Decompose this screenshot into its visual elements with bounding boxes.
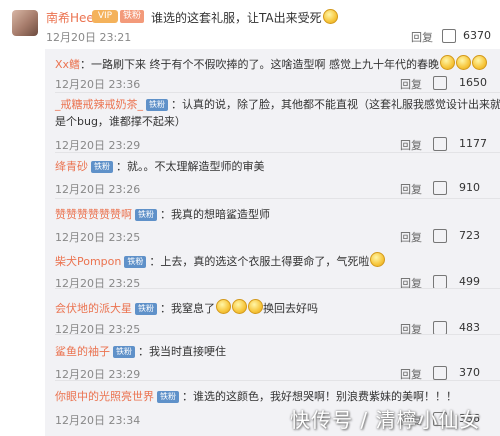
like-count: 910	[459, 181, 480, 194]
reply-username[interactable]: 鲨鱼的袖子	[55, 345, 110, 358]
smile-emoji-icon	[216, 299, 231, 314]
smile-emoji-icon	[322, 9, 338, 24]
reply-text-continued: 是个bug，谁都撑不起来）	[55, 115, 186, 128]
smile-emoji-icon	[232, 299, 247, 314]
like-icon[interactable]	[433, 76, 447, 90]
reply-text: ：我当时直接哽住	[138, 345, 226, 358]
like-icon[interactable]	[433, 275, 447, 289]
like-count: 723	[459, 229, 480, 242]
like-count: 1650	[459, 76, 487, 89]
reply-username[interactable]: _戒糖戒辣戒奶茶_	[55, 98, 143, 111]
comment-username[interactable]: 南希Hee	[46, 9, 94, 26]
reply-button[interactable]: 回复	[400, 137, 422, 153]
reply-item: 会伏地的派大星 铁粉 ：我窒息了 换回去好吗 12月20日 23:25 回复 483	[45, 291, 500, 336]
fan-tag: 铁粉	[146, 99, 168, 111]
fan-tag: 铁粉	[91, 161, 113, 173]
reply-time: 12月20日 23:29	[55, 139, 141, 152]
like-count: 499	[459, 275, 480, 288]
reply-username[interactable]: 柴犬Pompon	[55, 255, 121, 268]
reply-text: ：上去，真的选这个衣服土得要命了，气死啦	[149, 255, 370, 268]
like-icon[interactable]	[433, 366, 447, 380]
reply-item: 绛青砂 铁粉 ：就。。不太理解造型师的审美 12月20日 23:26 回复 910	[45, 155, 500, 199]
reply-item: _戒糖戒辣戒奶茶_ 铁粉 ：认真的说，除了脸，其他都不能直视（这套礼服我感觉设计出来…	[45, 93, 500, 153]
fan-tag: 铁粉	[135, 209, 157, 221]
fan-badge: 铁粉	[120, 10, 144, 23]
reply-time: 12月20日 23:36	[55, 78, 141, 91]
reply-time: 12月20日 23:25	[55, 231, 141, 244]
reply-text-line: 绛青砂 铁粉 ：就。。不太理解造型师的审美	[55, 159, 492, 175]
comment-text: 谁选的这套礼服，让TA出来受死	[151, 9, 338, 26]
reply-item: 鲨鱼的袖子 铁粉 ：我当时直接哽住 12月20日 23:29 回复 370	[45, 337, 500, 381]
reply-item: Xx鳍：一路刷下来 终于有个不假吹捧的了。这啥造型啊 感觉上九十年代的春晚 12…	[45, 51, 500, 93]
like-icon[interactable]	[433, 181, 447, 195]
reply-username[interactable]: 会伏地的派大星	[55, 302, 132, 315]
like-count: 1177	[459, 137, 487, 150]
like-count: 483	[459, 321, 480, 334]
divider	[55, 288, 500, 289]
reply-button[interactable]: 回复	[400, 229, 422, 245]
reply-button[interactable]: 回复	[411, 29, 433, 45]
comment-time: 12月20日 23:21	[46, 31, 132, 44]
divider	[55, 334, 500, 335]
reply-button[interactable]: 回复	[400, 76, 422, 92]
fan-tag: 铁粉	[124, 256, 147, 268]
divider	[55, 152, 500, 153]
reply-text-after: 换回去好吗	[263, 302, 318, 315]
fan-tag: 铁粉	[157, 391, 179, 403]
avatar[interactable]	[12, 10, 38, 36]
vip-badge: VIP	[92, 10, 118, 23]
laugh-cry-emoji-icon	[370, 252, 386, 267]
like-icon[interactable]	[433, 229, 447, 243]
reply-username[interactable]: 你眼中的光照亮世界	[55, 390, 154, 403]
reply-text: ：一路刷下来 终于有个不假吹捧的了。这啥造型啊 感觉上九十年代的春晚	[80, 58, 440, 71]
reply-time: 12月20日 23:34	[55, 414, 141, 427]
like-count: 370	[459, 366, 480, 379]
reply-text: ：我真的想暗鲨造型师	[160, 208, 270, 221]
divider	[55, 380, 500, 381]
reply-text: ：认真的说，除了脸，其他都不能直视（这套礼服我感觉设计出来就	[171, 98, 500, 111]
reply-text: ：谁选的这颜色，我好想哭啊！别浪费紫妹的美啊！！！	[182, 390, 457, 403]
like-icon[interactable]	[433, 321, 447, 335]
comment-text-content: 谁选的这套礼服，让TA出来受死	[151, 11, 322, 25]
reply-item: 柴犬Pompon 铁粉 ：上去，真的选这个衣服土得要命了，气死啦 12月20日 23…	[45, 245, 500, 290]
like-icon[interactable]	[433, 137, 447, 151]
reply-text: ：我窒息了	[160, 302, 215, 315]
fan-tag: 铁粉	[113, 346, 135, 358]
reply-text: ：就。。不太理解造型师的审美	[116, 160, 265, 173]
reply-list: Xx鳍：一路刷下来 终于有个不假吹捧的了。这啥造型啊 感觉上九十年代的春晚 12…	[45, 49, 500, 436]
like-icon[interactable]	[442, 29, 456, 43]
reply-text-line: 鲨鱼的袖子 铁粉 ：我当时直接哽住	[55, 344, 492, 360]
like-count: 6370	[463, 29, 491, 42]
reply-time: 12月20日 23:26	[55, 183, 141, 196]
reply-item: 赞赞赞赞赞赞啊 铁粉 ：我真的想暗鲨造型师 12月20日 23:25 回复 723	[45, 199, 500, 245]
reply-username[interactable]: 赞赞赞赞赞赞啊	[55, 208, 132, 221]
reply-username[interactable]: Xx鳍	[55, 58, 80, 71]
reply-text-line: 柴犬Pompon 铁粉 ：上去，真的选这个衣服土得要命了，气死啦	[55, 252, 492, 270]
reply-text-line: Xx鳍：一路刷下来 终于有个不假吹捧的了。这啥造型啊 感觉上九十年代的春晚	[55, 55, 492, 73]
watermark: 快传号 / 清檸小仙女	[290, 408, 481, 432]
smile-emoji-icon	[248, 299, 263, 314]
reply-button[interactable]: 回复	[400, 181, 422, 197]
reply-text-line: _戒糖戒辣戒奶茶_ 铁粉 ：认真的说，除了脸，其他都不能直视（这套礼服我感觉设计出来…	[55, 97, 500, 113]
reply-text-line: 会伏地的派大星 铁粉 ：我窒息了 换回去好吗	[55, 299, 492, 317]
top-comment: 南希Hee VIP 铁粉 谁选的这套礼服，让TA出来受死 12月20日 23:2…	[0, 0, 500, 48]
reply-text-line: 你眼中的光照亮世界 铁粉 ：谁选的这颜色，我好想哭啊！别浪费紫妹的美啊！！！	[55, 389, 492, 405]
smile-emoji-icon	[472, 55, 488, 70]
reply-username[interactable]: 绛青砂	[55, 160, 88, 173]
fan-tag: 铁粉	[135, 303, 157, 315]
smile-emoji-icon	[456, 55, 472, 70]
reply-text-line: 赞赞赞赞赞赞啊 铁粉 ：我真的想暗鲨造型师	[55, 207, 492, 223]
smile-emoji-icon	[440, 55, 456, 70]
